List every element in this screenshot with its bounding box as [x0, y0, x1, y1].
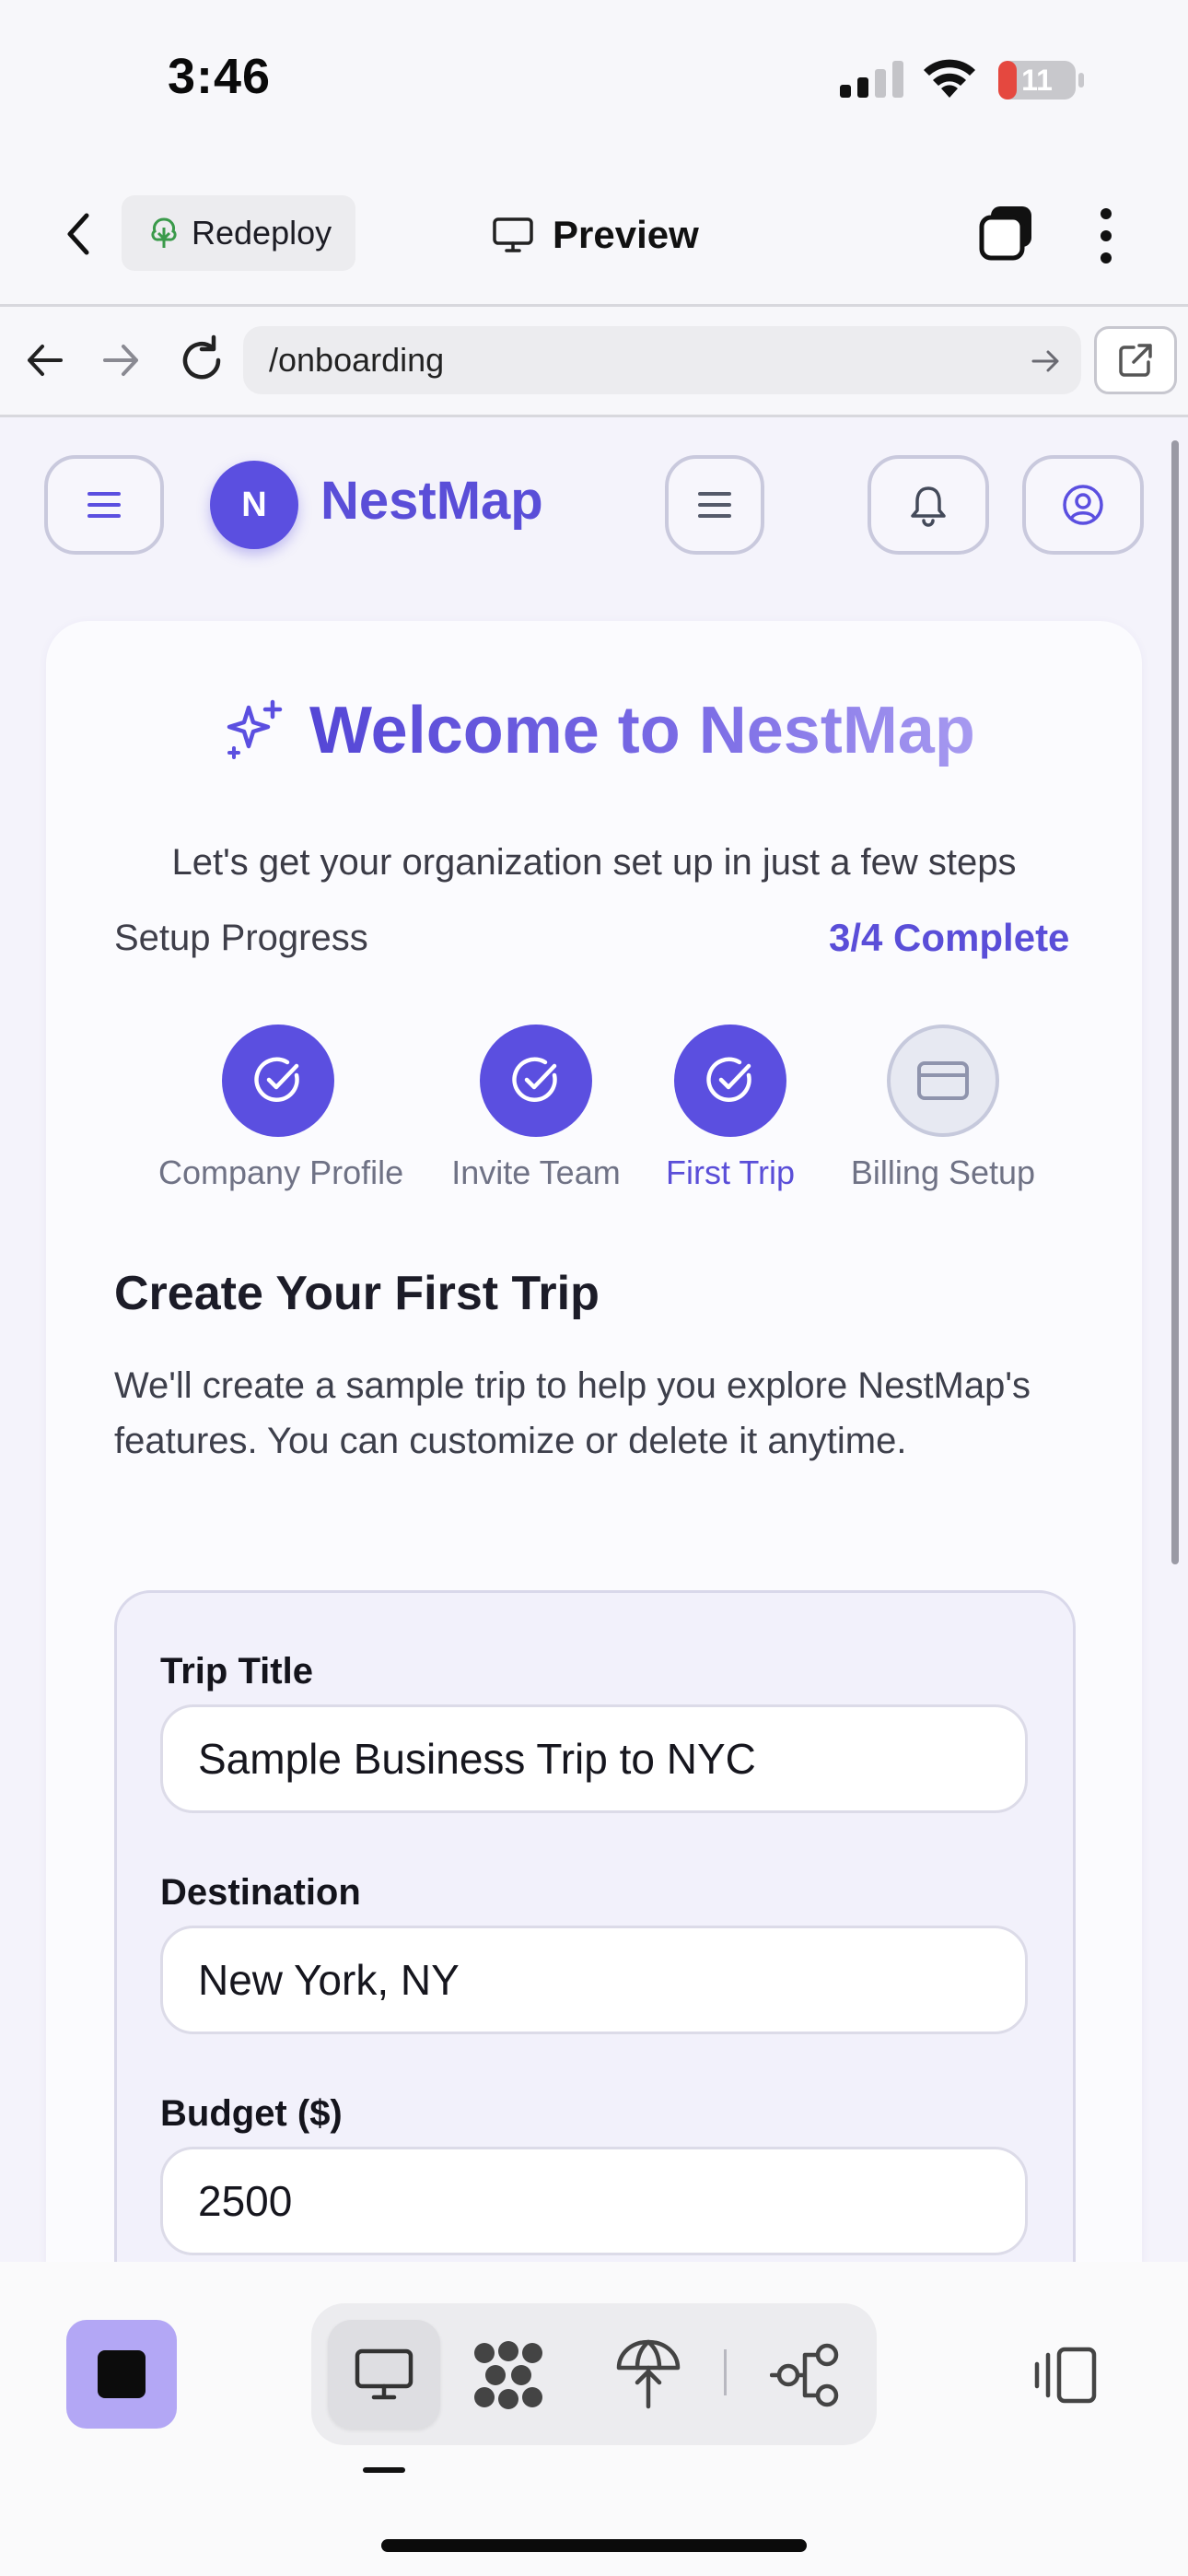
cellular-signal-icon — [840, 61, 903, 98]
check-circle-icon — [254, 1057, 299, 1103]
bell-icon — [911, 486, 946, 527]
step-label: Company Profile — [158, 1153, 404, 1191]
user-circle-icon — [1063, 485, 1103, 525]
battery-icon: 11 — [996, 59, 1085, 101]
preview-label: Preview — [553, 213, 699, 256]
account-button[interactable] — [1022, 455, 1144, 555]
home-indicator — [381, 2539, 807, 2552]
step-status-circle — [887, 1025, 999, 1137]
status-time: 3:46 — [168, 49, 272, 104]
browser-forward-icon[interactable] — [98, 337, 144, 383]
trip-title-label: Trip Title — [160, 1651, 313, 1692]
main-menu-button[interactable] — [665, 455, 764, 555]
brand-name[interactable]: NestMap — [320, 470, 543, 532]
brand-logo[interactable]: N — [210, 461, 298, 549]
deploy-tree-icon — [151, 217, 177, 248]
redeploy-button[interactable]: Redeploy — [122, 195, 355, 271]
monitor-icon — [355, 2348, 413, 2400]
step-status-circle — [222, 1025, 334, 1137]
step-company-profile[interactable]: Company Profile — [158, 1025, 404, 1192]
welcome-subtitle: Let's get your organization set up in ju… — [171, 842, 1017, 883]
notifications-button[interactable] — [868, 455, 989, 555]
check-circle-icon — [706, 1057, 751, 1103]
step-status-circle — [480, 1025, 592, 1137]
url-go-arrow-icon[interactable] — [1030, 345, 1063, 378]
sparkles-icon — [227, 699, 283, 759]
stop-icon — [98, 2350, 146, 2398]
hamburger-icon — [698, 492, 731, 518]
brand-initial: N — [241, 485, 267, 524]
active-view-indicator — [363, 2467, 405, 2473]
tabs-icon[interactable] — [978, 203, 1035, 263]
external-link-icon — [1119, 344, 1152, 377]
reload-icon[interactable] — [175, 334, 228, 387]
welcome-title: Welcome to NestMap — [309, 694, 975, 767]
step-status-circle — [674, 1025, 786, 1137]
budget-label: Budget ($) — [160, 2093, 343, 2134]
destination-input[interactable] — [160, 1926, 1028, 2034]
section-title: Create Your First Trip — [114, 1267, 600, 1320]
preview-mode-title[interactable]: Preview — [492, 205, 699, 265]
step-label: Billing Setup — [850, 1153, 1036, 1191]
preview-view-button[interactable] — [328, 2320, 440, 2429]
back-chevron-icon[interactable] — [59, 206, 96, 262]
check-circle-icon — [512, 1057, 557, 1103]
step-first-trip[interactable]: First Trip — [615, 1025, 845, 1192]
welcome-header: Welcome to NestMap — [221, 693, 975, 768]
wifi-icon — [924, 59, 975, 98]
url-bar[interactable]: /onboarding — [243, 326, 1081, 394]
hamburger-icon — [87, 492, 121, 518]
budget-input[interactable] — [160, 2147, 1028, 2255]
credit-card-icon — [917, 1061, 969, 1100]
workspace-grid-icon[interactable] — [472, 2340, 545, 2410]
monitor-icon — [493, 217, 533, 252]
open-external-button[interactable] — [1094, 326, 1177, 394]
header-divider — [0, 304, 1188, 307]
destination-label: Destination — [160, 1872, 361, 1913]
browser-back-icon[interactable] — [22, 337, 68, 383]
workflow-icon[interactable] — [770, 2340, 844, 2410]
step-billing-setup[interactable]: Billing Setup — [823, 1025, 1063, 1192]
panel-toggle-icon[interactable] — [1031, 2346, 1098, 2405]
page-scrollbar[interactable] — [1171, 440, 1179, 1564]
sidebar-menu-button[interactable] — [44, 455, 164, 555]
progress-label: Setup Progress — [114, 918, 368, 958]
trip-title-input[interactable] — [160, 1704, 1028, 1813]
step-label: First Trip — [666, 1153, 795, 1191]
deploy-icon[interactable] — [613, 2336, 683, 2410]
redeploy-label: Redeploy — [192, 214, 332, 252]
section-description: We'll create a sample trip to help you e… — [114, 1365, 1031, 1461]
toolbar-separator — [724, 2349, 727, 2395]
url-text: /onboarding — [269, 341, 445, 379]
battery-level: 11 — [1021, 63, 1053, 97]
progress-value: 3/4 Complete — [829, 916, 1070, 959]
more-vertical-icon[interactable] — [1092, 206, 1120, 265]
stop-button[interactable] — [66, 2320, 177, 2429]
